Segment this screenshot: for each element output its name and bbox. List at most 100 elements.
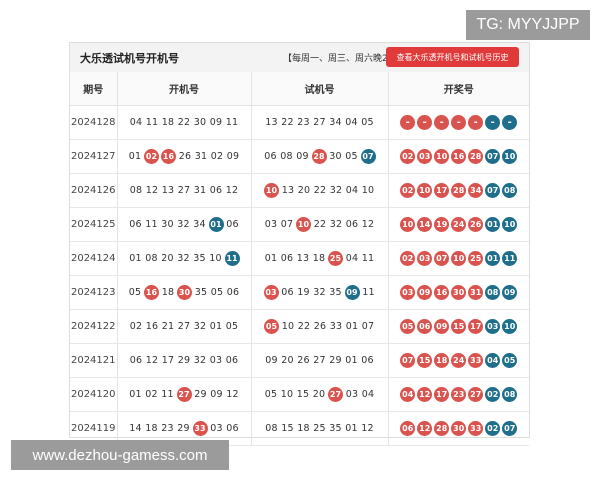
number: 06 xyxy=(345,219,359,230)
tg-contact-label: TG: MYYJJPP xyxy=(466,10,590,40)
red-ball: 19 xyxy=(434,217,450,232)
number: 22 xyxy=(177,117,191,128)
number: 11 xyxy=(145,219,158,230)
number: 06 xyxy=(361,355,374,366)
red-ball: 15 xyxy=(417,353,433,368)
blue-ball: 09 xyxy=(502,285,518,300)
red-ball: - xyxy=(468,115,484,130)
table-row: 2024123 05 16 18 30 35 05 06 03 06 19 32 35 09 11 03 09 1… xyxy=(70,275,529,310)
red-ball: 07 xyxy=(400,353,416,368)
red-ball: 28 xyxy=(434,421,450,436)
number: 30 xyxy=(193,117,207,128)
red-ball: 17 xyxy=(434,183,450,198)
blue-ball: 01 xyxy=(485,217,501,232)
open-number-list: 02 16 21 27 32 01 05 xyxy=(118,321,251,332)
number: 04 xyxy=(361,389,375,400)
prize-number-list: ------- xyxy=(389,115,530,130)
open-number-list: 05 16 18 30 35 05 06 xyxy=(118,285,251,300)
open-number-list: 06 12 17 29 32 03 06 xyxy=(118,355,251,366)
trial-numbers-cell: 05 10 22 26 33 01 07 xyxy=(251,309,389,344)
table-body: 2024128 04 11 18 22 30 09 11 13 22 23 27 34 04 05- - - - -… xyxy=(70,105,530,446)
number: 03 xyxy=(210,423,223,434)
blue-ball: 07 xyxy=(485,183,501,198)
prize-number-list: 04 12 17 23 27 02 08 xyxy=(389,387,530,402)
red-ball: 27 xyxy=(468,387,484,402)
number: 12 xyxy=(225,185,239,196)
open-numbers-cell: 01 08 20 32 35 10 11 xyxy=(117,241,252,276)
red-ball: 18 xyxy=(434,353,450,368)
blue-ball: 07 xyxy=(360,149,376,164)
table-row: 2024126 08 12 13 27 31 06 12 10 13 20 22 32 04 10 02 10 1… xyxy=(70,173,530,208)
number: 29 xyxy=(177,423,190,434)
number: 23 xyxy=(297,117,310,128)
red-ball: 02 xyxy=(144,149,159,164)
red-ball: 24 xyxy=(451,353,467,368)
blue-ball: 10 xyxy=(502,217,518,232)
prize-numbers-cell: 07 15 18 24 33 04 05 xyxy=(388,343,529,378)
red-ball: 25 xyxy=(468,251,484,266)
prize-number-list: 02 10 17 28 34 07 08 xyxy=(389,183,530,198)
red-ball: 25 xyxy=(328,251,343,266)
number: 26 xyxy=(297,355,310,366)
open-number-list: 14 18 23 29 33 03 06 xyxy=(118,421,251,436)
number: 26 xyxy=(178,151,192,162)
trial-number-list: 10 13 20 22 32 04 10 xyxy=(252,183,388,198)
number: 12 xyxy=(361,219,375,230)
trial-numbers-cell: 13 22 23 27 34 04 05 xyxy=(251,105,389,140)
blue-ball: 08 xyxy=(502,387,518,402)
number: 05 xyxy=(210,287,224,298)
number: 18 xyxy=(145,423,158,434)
lottery-panel: 大乐透试机号开机号 【每周一、周三、周六晚21:30开奖】 查看大乐透开机号和试… xyxy=(69,42,530,446)
number: 05 xyxy=(345,151,358,162)
number: 02 xyxy=(210,151,224,162)
red-ball: 33 xyxy=(468,421,484,436)
blue-ball: - xyxy=(502,115,518,130)
red-ball: 16 xyxy=(144,285,159,300)
history-button[interactable]: 查看大乐透开机号和试机号历史 xyxy=(386,47,519,67)
trial-number-list: 13 22 23 27 34 04 05 xyxy=(252,117,388,128)
number: 06 xyxy=(281,287,294,298)
number: 08 xyxy=(145,253,158,264)
trial-number-list: 06 08 09 28 30 05 07 xyxy=(252,149,388,164)
red-ball: 30 xyxy=(451,421,467,436)
panel-title: 大乐透试机号开机号 xyxy=(80,52,179,65)
blue-ball: 08 xyxy=(502,183,518,198)
prize-numbers-cell: 02 10 17 28 34 07 08 xyxy=(388,173,530,208)
trial-number-list: 03 06 19 32 35 09 11 xyxy=(252,285,388,300)
red-ball: 24 xyxy=(451,217,467,232)
red-ball: 05 xyxy=(400,319,416,334)
trial-numbers-cell: 03 07 10 22 32 06 12 xyxy=(251,207,389,242)
blue-ball: 07 xyxy=(502,421,518,436)
red-ball: 27 xyxy=(176,387,192,402)
blue-ball: 01 xyxy=(485,251,501,266)
red-ball: - xyxy=(451,115,467,130)
blue-ball: 04 xyxy=(485,353,501,368)
red-ball: - xyxy=(434,115,450,130)
number: 31 xyxy=(194,151,208,162)
red-ball: 14 xyxy=(417,217,433,232)
number: 23 xyxy=(161,423,174,434)
prize-numbers-cell: 02 03 10 16 28 07 10 xyxy=(388,139,529,174)
red-ball: 33 xyxy=(192,421,208,436)
prize-numbers-cell: 02 03 07 10 25 01 11 xyxy=(388,241,529,276)
number: 27 xyxy=(313,117,326,128)
number: 06 xyxy=(129,219,142,230)
number: 15 xyxy=(296,389,310,400)
number: 35 xyxy=(193,253,206,264)
red-ball: 10 xyxy=(434,149,450,164)
red-ball: 26 xyxy=(468,217,484,232)
number: 03 xyxy=(209,355,223,366)
number: 06 xyxy=(264,151,277,162)
red-ball: 03 xyxy=(400,285,416,300)
open-number-list: 08 12 13 27 31 06 12 xyxy=(118,185,251,196)
period-cell: 2024124 xyxy=(70,241,118,276)
number: 29 xyxy=(329,355,342,366)
red-ball: 10 xyxy=(296,217,311,232)
red-ball: 09 xyxy=(434,319,450,334)
red-ball: 06 xyxy=(417,319,433,334)
blue-ball: 10 xyxy=(502,319,518,334)
number: 30 xyxy=(161,219,174,230)
red-ball: 04 xyxy=(400,387,416,402)
number: 18 xyxy=(297,423,310,434)
number: 05 xyxy=(264,389,278,400)
